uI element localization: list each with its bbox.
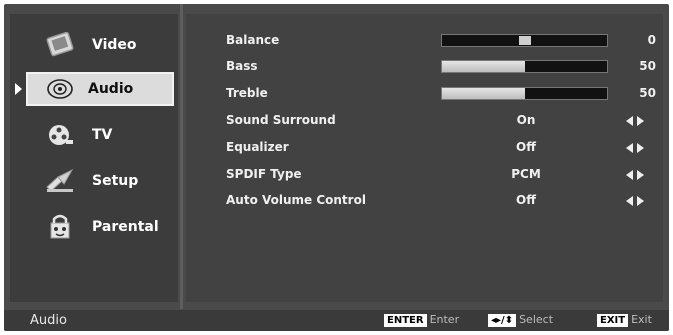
treble-row[interactable]: Treble 50 bbox=[226, 84, 656, 104]
select-hint-label: Select bbox=[519, 313, 554, 326]
video-icon bbox=[42, 30, 78, 60]
exit-hint: EXIT Exit bbox=[597, 313, 652, 327]
sidebar-item-video[interactable]: Video bbox=[18, 28, 178, 62]
spdif-type-label: SPDIF Type bbox=[226, 167, 302, 181]
sidebar-item-audio[interactable]: Audio bbox=[15, 72, 174, 106]
treble-label: Treble bbox=[226, 86, 268, 100]
sidebar-item-label: TV bbox=[92, 127, 113, 143]
balance-knob[interactable] bbox=[519, 36, 531, 45]
equalizer-value: Off bbox=[516, 140, 536, 154]
auto-volume-control-label: Auto Volume Control bbox=[226, 193, 366, 207]
left-right-arrows-icon[interactable] bbox=[624, 170, 646, 180]
setup-icon bbox=[42, 166, 78, 196]
left-right-arrows-icon[interactable] bbox=[624, 116, 646, 126]
select-hint: ◂▸/⬍ Select bbox=[488, 313, 553, 327]
equalizer-label: Equalizer bbox=[226, 140, 289, 154]
audio-icon bbox=[42, 74, 78, 104]
sidebar-item-label: Parental bbox=[92, 219, 159, 235]
bass-row[interactable]: Bass 50 bbox=[226, 57, 656, 77]
spdif-type-value: PCM bbox=[511, 167, 541, 181]
sound-surround-row[interactable]: Sound Surround On bbox=[226, 111, 656, 131]
bass-fill bbox=[442, 61, 525, 72]
bass-label: Bass bbox=[226, 59, 258, 73]
equalizer-row[interactable]: Equalizer Off bbox=[226, 138, 656, 158]
enter-key-badge: ENTER bbox=[384, 314, 427, 327]
treble-value: 50 bbox=[639, 86, 656, 100]
enter-hint-label: Enter bbox=[429, 313, 460, 326]
selection-arrow-icon bbox=[15, 83, 22, 95]
sound-surround-label: Sound Surround bbox=[226, 113, 336, 127]
sidebar: Video Audio TV Setup Parental bbox=[10, 14, 178, 302]
exit-hint-label: Exit bbox=[631, 313, 652, 326]
treble-slider[interactable] bbox=[441, 87, 608, 100]
sidebar-item-parental[interactable]: Parental bbox=[18, 210, 178, 244]
balance-slider[interactable] bbox=[441, 34, 608, 47]
left-right-arrows-icon[interactable] bbox=[624, 143, 646, 153]
treble-fill bbox=[442, 88, 525, 99]
spdif-type-row[interactable]: SPDIF Type PCM bbox=[226, 165, 656, 185]
bass-slider[interactable] bbox=[441, 60, 608, 73]
auto-volume-control-value: Off bbox=[516, 193, 536, 207]
tv-reel-icon bbox=[42, 120, 78, 150]
parental-icon bbox=[42, 212, 78, 242]
sidebar-item-label: Video bbox=[92, 37, 137, 53]
exit-key-badge: EXIT bbox=[597, 314, 629, 327]
bass-value: 50 bbox=[639, 59, 656, 73]
panel-divider bbox=[180, 4, 183, 309]
enter-hint: ENTER Enter bbox=[384, 313, 459, 327]
sidebar-item-label: Audio bbox=[88, 81, 134, 97]
sound-surround-value: On bbox=[516, 113, 536, 127]
footer-title: Audio bbox=[30, 313, 67, 328]
left-right-arrows-icon[interactable] bbox=[624, 196, 646, 206]
auto-volume-control-row[interactable]: Auto Volume Control Off bbox=[226, 191, 656, 211]
select-key-badge: ◂▸/⬍ bbox=[488, 314, 517, 327]
footer-bar: Audio ENTER Enter ◂▸/⬍ Select EXIT Exit bbox=[4, 310, 669, 331]
sidebar-item-label: Setup bbox=[92, 173, 139, 189]
balance-label: Balance bbox=[226, 33, 280, 47]
audio-menu-screen: Video Audio TV Setup Parental Balance 0 … bbox=[4, 4, 669, 331]
sidebar-item-setup[interactable]: Setup bbox=[18, 164, 178, 198]
balance-value: 0 bbox=[647, 33, 656, 47]
sidebar-item-tv[interactable]: TV bbox=[18, 118, 178, 152]
audio-settings-panel: Balance 0 Bass 50 Treble 50 Sound Surrou… bbox=[186, 14, 663, 302]
balance-row[interactable]: Balance 0 bbox=[226, 31, 656, 51]
